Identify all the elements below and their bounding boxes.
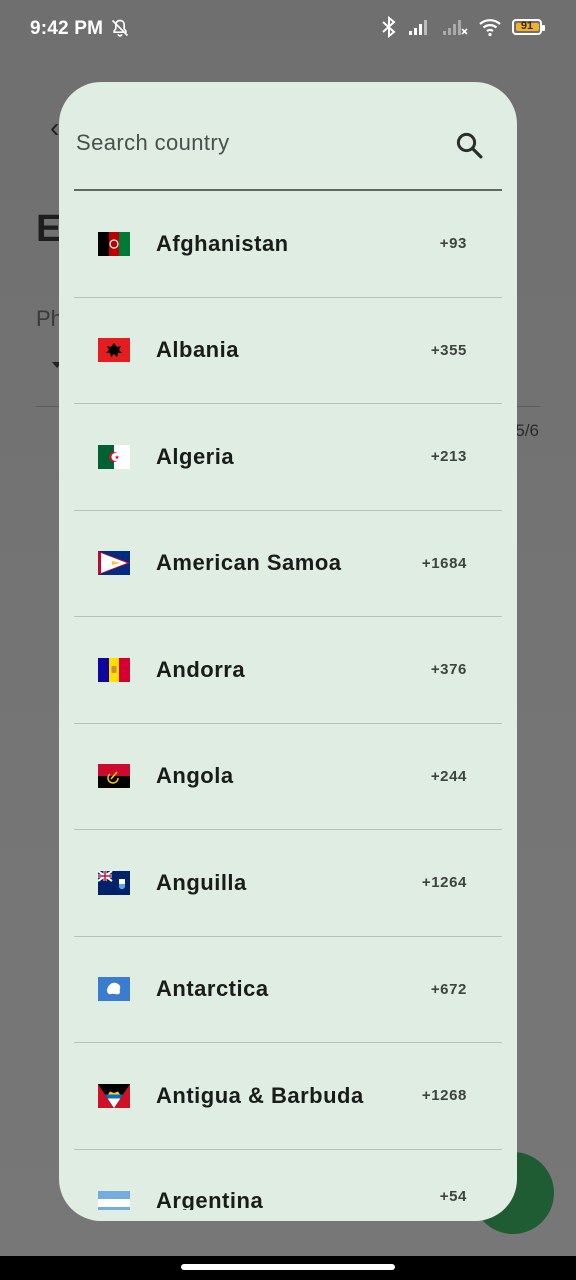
andorra-flag-icon <box>98 657 130 682</box>
battery-level: 91 <box>520 20 534 32</box>
wifi-icon <box>479 19 501 37</box>
bell-off-icon <box>111 19 129 37</box>
country-name: Andorra <box>156 656 246 682</box>
status-time: 9:42 PM <box>30 18 104 39</box>
country-name: Angola <box>156 763 234 789</box>
country-row-algeria[interactable]: Algeria +213 <box>74 404 502 511</box>
signal-no-service-icon <box>443 20 468 35</box>
background-title: E <box>36 208 62 250</box>
country-row-antigua-barbuda[interactable]: Antigua & Barbuda +1268 <box>74 1043 502 1150</box>
country-picker-dialog: Afghanistan +93 Albania +355 Algeria +21… <box>59 82 517 1221</box>
search-bar <box>74 82 502 190</box>
algeria-flag-icon <box>98 444 130 469</box>
signal-icon <box>409 20 427 35</box>
country-dial-code: +54 <box>439 1187 467 1205</box>
country-name: Argentina <box>156 1187 264 1210</box>
country-row-argentina[interactable]: Argentina +54 <box>74 1150 502 1210</box>
country-name: Antigua & Barbuda <box>156 1082 364 1108</box>
antarctica-flag-icon <box>98 977 130 1002</box>
background-counter: 5/6 <box>515 421 539 440</box>
country-dial-code: +672 <box>430 980 467 998</box>
country-row-antarctica[interactable]: Antarctica +672 <box>74 937 502 1043</box>
country-row-afghanistan[interactable]: Afghanistan +93 <box>74 191 502 298</box>
country-name: Algeria <box>156 443 235 469</box>
country-dial-code: +355 <box>430 341 467 359</box>
american-samoa-flag-icon <box>98 551 130 576</box>
status-bar: 9:42 PM 91 <box>0 0 576 58</box>
country-row-albania[interactable]: Albania +355 <box>74 298 502 404</box>
country-name: Anguilla <box>156 869 247 895</box>
back-arrow-icon: ‹ <box>50 112 60 143</box>
country-dial-code: +1684 <box>421 554 467 572</box>
afghanistan-flag-icon <box>98 231 130 256</box>
country-row-andorra[interactable]: Andorra +376 <box>74 617 502 724</box>
search-input[interactable] <box>74 124 438 162</box>
argentina-flag-icon <box>98 1190 130 1210</box>
country-dial-code: +376 <box>430 661 467 679</box>
country-dial-code: +1268 <box>421 1087 467 1105</box>
country-list: Afghanistan +93 Albania +355 Algeria +21… <box>74 191 502 1210</box>
country-dial-code: +213 <box>430 448 467 466</box>
battery-icon: 91 <box>512 19 545 35</box>
country-dial-code: +1264 <box>421 874 467 892</box>
search-icon[interactable] <box>454 130 484 160</box>
albania-flag-icon <box>98 338 130 363</box>
country-name: Afghanistan <box>156 230 289 256</box>
country-dial-code: +244 <box>430 767 467 785</box>
anguilla-flag-icon <box>98 870 130 895</box>
home-gesture-handle[interactable] <box>181 1264 395 1270</box>
country-row-american-samoa[interactable]: American Samoa +1684 <box>74 511 502 617</box>
antigua-barbuda-flag-icon <box>98 1083 130 1108</box>
country-name: Albania <box>156 337 239 363</box>
navigation-bar <box>0 1256 576 1280</box>
status-icons: 91 <box>380 16 545 38</box>
country-name: American Samoa <box>156 550 342 576</box>
country-row-anguilla[interactable]: Anguilla +1264 <box>74 830 502 937</box>
country-row-angola[interactable]: Angola +244 <box>74 724 502 830</box>
bluetooth-icon <box>382 16 396 38</box>
country-dial-code: +93 <box>439 235 467 253</box>
country-name: Antarctica <box>156 976 269 1002</box>
angola-flag-icon <box>98 764 130 789</box>
